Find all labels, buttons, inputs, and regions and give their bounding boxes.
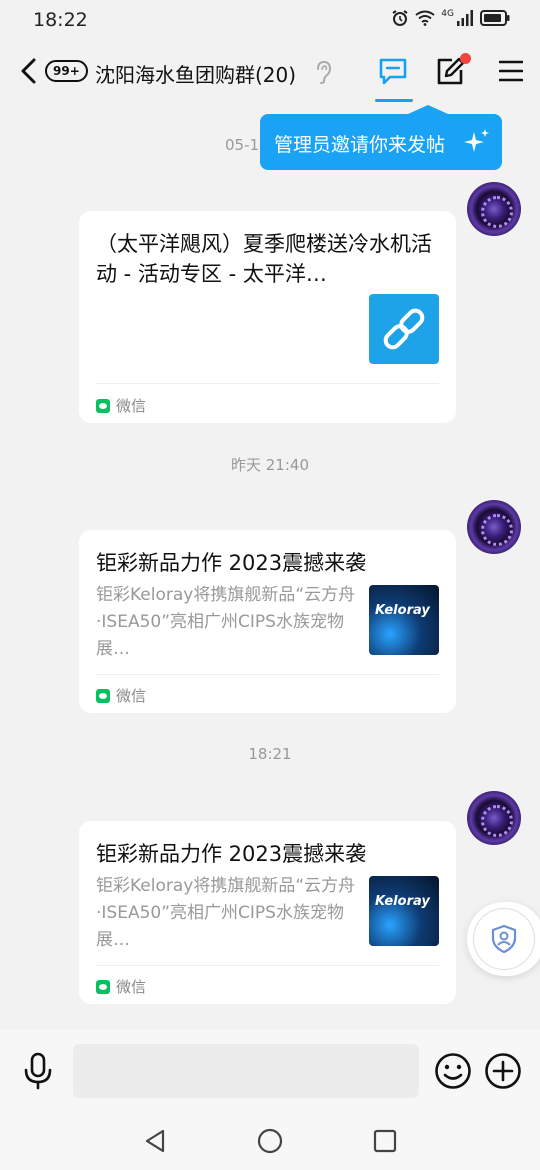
- link-icon: [383, 308, 425, 350]
- card-description: 钜彩Keloray将携旗舰新品“云方舟·ISEA50”亮相广州CIPS水族宠物展…: [96, 876, 356, 950]
- card-source: 微信: [96, 976, 146, 997]
- safety-shield-button[interactable]: [467, 902, 540, 976]
- admin-invite-tooltip[interactable]: 管理员邀请你来发帖: [260, 114, 502, 170]
- battery-icon: [480, 10, 510, 26]
- chat-bubble-icon[interactable]: [378, 56, 408, 86]
- shield-button-ring: [473, 908, 535, 970]
- thumbnail-brand: Keloray: [375, 894, 430, 909]
- sparkle-icon: [464, 129, 489, 152]
- ear-icon[interactable]: [314, 59, 332, 85]
- card-divider: [96, 383, 439, 384]
- signal-icon: [457, 10, 473, 26]
- nav-back-icon[interactable]: [143, 1128, 167, 1154]
- system-nav-bar: [0, 1110, 540, 1170]
- microphone-icon[interactable]: [22, 1052, 54, 1090]
- source-label: 微信: [116, 978, 147, 996]
- avatar[interactable]: [467, 791, 521, 845]
- unread-badge[interactable]: 99+: [45, 60, 88, 82]
- card-source: 微信: [96, 395, 146, 416]
- status-bar: 18:22 4G: [0, 0, 540, 40]
- avatar[interactable]: [467, 182, 521, 236]
- wechat-icon: [96, 398, 110, 413]
- source-label: 微信: [116, 397, 147, 415]
- link-thumbnail: [369, 294, 439, 364]
- network-label: 4G: [441, 9, 454, 19]
- active-tab-indicator: [375, 99, 413, 102]
- article-thumbnail: Keloray: [369, 585, 439, 655]
- source-label: 微信: [116, 687, 147, 705]
- status-time: 18:22: [33, 9, 88, 31]
- avatar[interactable]: [467, 500, 521, 554]
- wechat-icon: [96, 688, 110, 703]
- thumbnail-brand: Keloray: [375, 603, 430, 618]
- card-title: 钜彩新品力作 2023震撼来袭: [96, 842, 367, 866]
- link-card[interactable]: 钜彩新品力作 2023震撼来袭 钜彩Keloray将携旗舰新品“云方舟·ISEA…: [79, 821, 456, 1004]
- group-title[interactable]: 沈阳海水鱼团购群(20): [95, 59, 296, 88]
- shield-icon: [491, 924, 517, 954]
- nav-recent-apps-icon[interactable]: [373, 1129, 397, 1153]
- card-title: （太平洋飓风）夏季爬楼送冷水机活动 - 活动专区 - 太平洋…: [96, 232, 432, 286]
- card-divider: [96, 674, 439, 675]
- tooltip-text: 管理员邀请你来发帖: [274, 134, 446, 156]
- menu-icon[interactable]: [499, 60, 523, 82]
- link-card[interactable]: （太平洋飓风）夏季爬楼送冷水机活动 - 活动专区 - 太平洋… 微信: [79, 211, 456, 423]
- chat-messages[interactable]: 05-1 管理员邀请你来发帖 （太平洋飓风）夏季爬楼送冷水机活动 - 活动专区 …: [0, 104, 540, 1030]
- tooltip-pointer: [408, 105, 448, 114]
- input-bar: [0, 1030, 540, 1110]
- card-title: 钜彩新品力作 2023震撼来袭: [96, 551, 367, 575]
- plus-icon[interactable]: [484, 1052, 522, 1090]
- chat-header: 99+ 沈阳海水鱼团购群(20): [0, 40, 540, 104]
- notification-dot: [460, 53, 471, 64]
- back-arrow-icon[interactable]: [18, 56, 40, 86]
- wechat-icon: [96, 979, 110, 994]
- card-source: 微信: [96, 685, 146, 706]
- article-thumbnail: Keloray: [369, 876, 439, 946]
- alarm-icon: [392, 10, 408, 26]
- status-icons: 4G: [391, 9, 510, 27]
- card-description: 钜彩Keloray将携旗舰新品“云方舟·ISEA50”亮相广州CIPS水族宠物展…: [96, 585, 356, 659]
- timestamp: 18:21: [248, 745, 292, 763]
- message-input[interactable]: [73, 1044, 419, 1098]
- wifi-icon: [415, 10, 435, 26]
- timestamp: 昨天 21:40: [231, 456, 309, 474]
- card-divider: [96, 965, 439, 966]
- nav-home-icon[interactable]: [257, 1128, 283, 1154]
- timestamp: 05-1: [225, 136, 260, 154]
- link-card[interactable]: 钜彩新品力作 2023震撼来袭 钜彩Keloray将携旗舰新品“云方舟·ISEA…: [79, 530, 456, 713]
- emoji-icon[interactable]: [434, 1052, 472, 1090]
